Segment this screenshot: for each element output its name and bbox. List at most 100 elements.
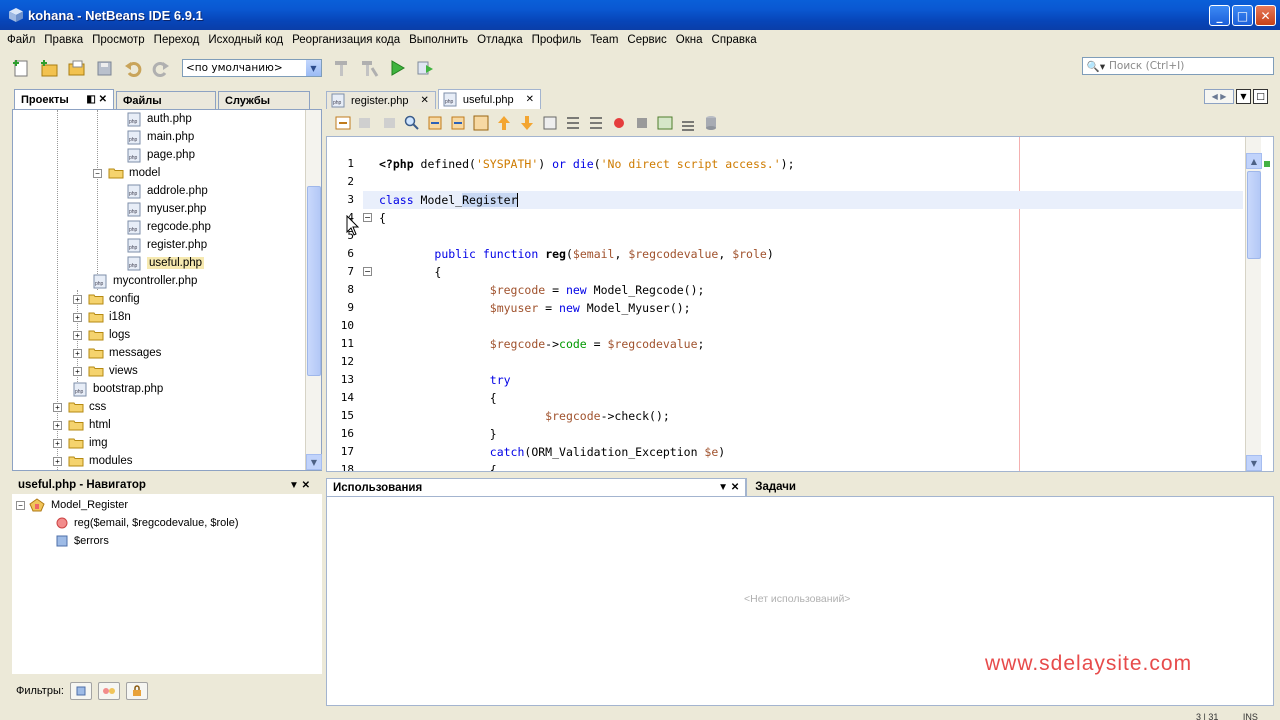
tab-register-php[interactable]: php register.php ✕ [326,91,436,109]
expand-icon[interactable]: + [53,456,62,466]
code-line[interactable]: { [363,461,1243,471]
back-icon[interactable] [357,114,375,132]
clean-build-icon[interactable] [358,57,380,79]
tab-useful-php[interactable]: php useful.php ✕ [437,89,542,109]
tree-folder-i18n[interactable]: + i18n [73,308,131,326]
toggle-highlight-icon[interactable] [472,114,490,132]
code-line[interactable]: try [363,371,1243,389]
open-project-icon[interactable] [66,57,88,79]
redo-icon[interactable] [150,57,172,79]
menu-edit[interactable]: Правка [44,34,83,46]
code-fold-icon[interactable]: − [363,267,372,276]
expand-icon[interactable]: + [53,402,62,412]
maximize-editor-icon[interactable]: □ [1253,89,1268,104]
code-area[interactable]: <?php defined('SYSPATH') or die('No dire… [363,137,1243,471]
new-file-icon[interactable] [10,57,32,79]
code-line[interactable]: $regcode = new Model_Regcode(); [363,281,1243,299]
expand-icon[interactable]: + [73,294,82,304]
close-button[interactable]: ✕ [1255,5,1276,26]
tree-folder-views[interactable]: + views [73,362,138,380]
shift-left-icon[interactable] [564,114,582,132]
tree-file-useful.php[interactable]: php useful.php [127,254,205,272]
tab-tasks[interactable]: Задачи [746,478,796,496]
start-macro-icon[interactable] [610,114,628,132]
expand-icon[interactable]: + [73,366,82,376]
usages-menu-icon[interactable]: ▼ ✕ [718,482,739,493]
expand-icon[interactable]: + [53,420,62,430]
expand-icon[interactable]: + [73,312,82,322]
navigator-method-node[interactable]: reg($email, $regcodevalue, $role) [56,514,238,532]
panel-menu-icon[interactable]: ◧ ✕ [86,94,107,105]
tab-usages[interactable]: Использования ▼ ✕ [326,478,747,496]
quick-search-input[interactable]: 🔍▾ Поиск (Ctrl+I) [1082,57,1274,75]
tab-files[interactable]: Файлы [116,91,216,109]
tree-file-main.php[interactable]: php main.php [127,128,194,146]
code-line[interactable]: { [363,389,1243,407]
tree-folder-modules[interactable]: + modules [53,452,132,470]
menu-help[interactable]: Справка [712,34,757,46]
next-bookmark-icon[interactable] [518,114,536,132]
tree-folder-html[interactable]: + html [53,416,111,434]
shift-right-icon[interactable] [587,114,605,132]
menu-refactor[interactable]: Реорганизация кода [292,34,400,46]
tree-folder-img[interactable]: + img [53,434,108,452]
tree-file-bootstrap.php[interactable]: php bootstrap.php [73,380,163,398]
navigator-class-node[interactable]: − Model_Register [16,496,128,514]
new-project-icon[interactable] [38,57,60,79]
menu-tools[interactable]: Сервис [627,34,666,46]
code-line[interactable]: class Model_Register [363,191,1243,209]
uncomment-icon[interactable] [679,114,697,132]
find-next-icon[interactable] [449,114,467,132]
last-edit-icon[interactable] [334,114,352,132]
tree-folder-messages[interactable]: + messages [73,344,161,362]
code-line[interactable]: { [363,209,1243,227]
expand-icon[interactable]: + [73,348,82,358]
code-line[interactable]: } [363,425,1243,443]
run-project-icon[interactable] [386,57,408,79]
tree-folder-css[interactable]: + css [53,398,106,416]
previous-bookmark-icon[interactable] [495,114,513,132]
menu-profile[interactable]: Профиль [532,34,582,46]
tab-services[interactable]: Службы [218,91,310,109]
comment-icon[interactable] [656,114,674,132]
code-line[interactable]: $myuser = new Model_Myuser(); [363,299,1243,317]
code-fold-icon[interactable]: − [363,213,372,222]
navigator-field-node[interactable]: $errors [56,532,109,550]
menu-source[interactable]: Исходный код [208,34,283,46]
database-icon[interactable] [702,114,720,132]
scroll-up-button[interactable]: ▲ [1246,153,1262,169]
navigator-menu-icon[interactable]: ▼ ✕ [289,480,310,491]
code-line[interactable]: catch(ORM_Validation_Exception $e) [363,443,1243,461]
code-line[interactable]: <?php defined('SYSPATH') or die('No dire… [363,155,1243,173]
scrollbar-thumb[interactable] [307,186,321,376]
tree-file-mycontroller.php[interactable]: php mycontroller.php [93,272,197,290]
projects-scrollbar[interactable]: ▼ [305,110,322,470]
find-previous-icon[interactable] [426,114,444,132]
menu-window[interactable]: Окна [676,34,703,46]
code-line[interactable] [363,227,1243,245]
tree-file-register.php[interactable]: php register.php [127,236,207,254]
editor-scrollbar[interactable]: ▲ ▼ [1245,137,1262,471]
menu-team[interactable]: Team [590,34,618,46]
scroll-down-button[interactable]: ▼ [1246,455,1262,471]
menu-view[interactable]: Просмотр [92,34,145,46]
menu-file[interactable]: Файл [7,34,35,46]
expand-icon[interactable]: + [53,438,62,448]
debug-project-icon[interactable] [414,57,436,79]
code-line[interactable] [363,173,1243,191]
scroll-down-button[interactable]: ▼ [306,454,322,470]
close-tab-icon[interactable]: ✕ [420,95,428,106]
editor-scrollbar-thumb[interactable] [1247,171,1261,259]
show-non-public-filter-button[interactable] [125,682,148,700]
code-line[interactable]: { [363,263,1243,281]
show-fields-filter-button[interactable] [69,682,92,700]
tree-folder-logs[interactable]: + logs [73,326,130,344]
tree-folder-model[interactable]: − model [93,164,160,182]
toggle-bookmark-icon[interactable] [541,114,559,132]
tab-projects[interactable]: Проекты ◧ ✕ [14,89,114,109]
find-icon[interactable] [403,114,421,132]
tab-list-icon[interactable]: ▼ [1236,89,1251,104]
scroll-tabs-icon[interactable]: ◀ ▶ [1204,89,1234,104]
minimize-button[interactable]: _ [1209,5,1230,26]
show-static-filter-button[interactable] [97,682,120,700]
